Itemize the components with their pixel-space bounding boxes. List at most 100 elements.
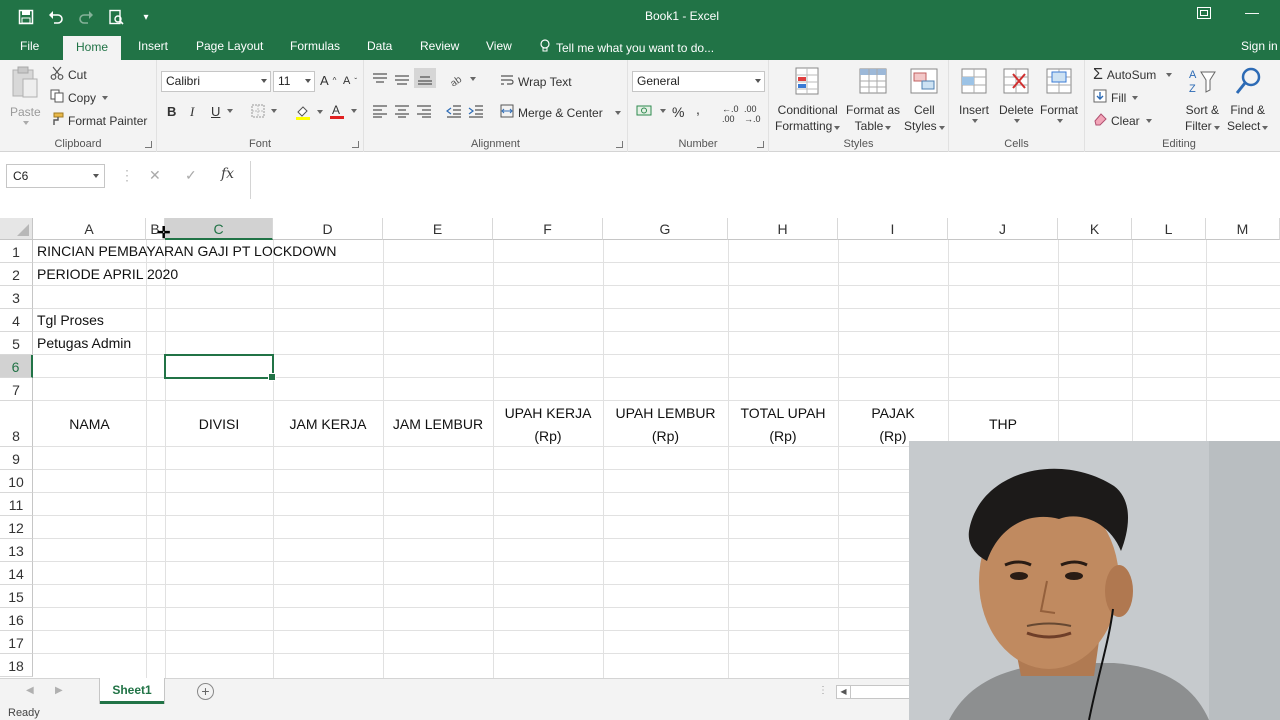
row-header-2[interactable]: 2: [0, 263, 33, 286]
find-select-button[interactable]: Find & Select: [1227, 66, 1269, 134]
font-size-select[interactable]: 11: [273, 71, 315, 92]
conditional-formatting-button[interactable]: Conditional Formatting: [775, 66, 841, 134]
align-right-icon[interactable]: [416, 104, 432, 118]
tab-view[interactable]: View: [486, 39, 512, 53]
minimize-icon[interactable]: —: [1245, 4, 1259, 20]
cell-j8[interactable]: THP: [948, 413, 1058, 436]
column-header-j[interactable]: J: [948, 218, 1058, 240]
alignment-launcher-icon[interactable]: [616, 141, 623, 148]
column-header-h[interactable]: H: [728, 218, 838, 240]
add-sheet-icon[interactable]: +: [197, 683, 214, 700]
fill-button[interactable]: Fill: [1093, 89, 1139, 106]
formula-input[interactable]: [250, 161, 1280, 199]
column-header-a[interactable]: A: [33, 218, 146, 240]
row-header-17[interactable]: 17: [0, 631, 33, 654]
sort-filter-button[interactable]: AZ Sort & Filter: [1185, 66, 1220, 134]
font-color-icon[interactable]: A: [329, 103, 357, 119]
align-center-icon[interactable]: [394, 104, 410, 118]
column-header-i[interactable]: I: [838, 218, 948, 240]
sheet-tab-sheet1[interactable]: Sheet1: [100, 678, 164, 704]
tab-formulas[interactable]: Formulas: [290, 39, 340, 53]
tell-me-box[interactable]: Tell me what you want to do...: [540, 39, 714, 56]
row-header-5[interactable]: 5: [0, 332, 33, 355]
number-launcher-icon[interactable]: [757, 141, 764, 148]
top-align-icon[interactable]: [372, 72, 388, 86]
bottom-align-icon[interactable]: [414, 68, 436, 88]
comma-style-button[interactable]: ,: [696, 101, 700, 117]
font-launcher-icon[interactable]: [352, 141, 359, 148]
row-header-7[interactable]: 7: [0, 378, 33, 401]
format-cells-button[interactable]: Format: [1040, 66, 1078, 123]
enter-icon[interactable]: ✓: [185, 167, 197, 184]
tab-page-layout[interactable]: Page Layout: [196, 39, 263, 53]
underline-dropdown-icon[interactable]: [225, 109, 233, 113]
name-box[interactable]: C6: [6, 164, 105, 188]
column-header-e[interactable]: E: [383, 218, 493, 240]
cell-a8[interactable]: NAMA: [33, 413, 146, 436]
merge-center-button[interactable]: Merge & Center: [500, 104, 621, 121]
next-sheet-icon[interactable]: ▶: [55, 685, 63, 696]
number-format-select[interactable]: General: [632, 71, 765, 92]
insert-function-button[interactable]: fx: [221, 166, 234, 182]
column-header-c[interactable]: C: [165, 218, 273, 240]
row-header-3[interactable]: 3: [0, 286, 33, 309]
borders-icon[interactable]: [251, 104, 277, 118]
cell-a5[interactable]: Petugas Admin: [37, 335, 131, 351]
row-header-11[interactable]: 11: [0, 493, 33, 516]
tab-file[interactable]: File: [20, 39, 39, 53]
row-header-9[interactable]: 9: [0, 447, 33, 470]
cell-a1[interactable]: RINCIAN PEMBAYARAN GAJI PT LOCKDOWN: [37, 243, 337, 259]
select-all-button[interactable]: [0, 218, 33, 240]
horizontal-scrollbar[interactable]: ◀: [836, 685, 910, 699]
percent-style-button[interactable]: %: [672, 104, 684, 120]
bold-button[interactable]: B: [167, 104, 176, 119]
align-left-icon[interactable]: [372, 104, 388, 118]
cell-h8[interactable]: TOTAL UPAH (Rp): [728, 402, 838, 448]
fill-color-icon[interactable]: [295, 104, 323, 120]
cut-button[interactable]: Cut: [50, 66, 87, 83]
middle-align-icon[interactable]: [394, 72, 410, 86]
cell-a2[interactable]: PERIODE APRIL 2020: [37, 266, 178, 282]
decrease-font-icon[interactable]: Aˇ: [343, 75, 357, 87]
increase-font-icon[interactable]: A ^: [320, 73, 336, 88]
font-name-select[interactable]: Calibri: [161, 71, 271, 92]
row-header-10[interactable]: 10: [0, 470, 33, 493]
tab-insert[interactable]: Insert: [138, 39, 168, 53]
row-header-18[interactable]: 18: [0, 654, 33, 677]
row-header-16[interactable]: 16: [0, 608, 33, 631]
row-header-1[interactable]: 1: [0, 240, 33, 263]
cell-a4[interactable]: Tgl Proses: [37, 312, 104, 328]
clear-button[interactable]: Clear: [1093, 112, 1152, 129]
delete-cells-button[interactable]: Delete: [999, 66, 1034, 123]
accounting-format-icon[interactable]: [636, 104, 666, 118]
column-header-g[interactable]: G: [603, 218, 728, 240]
wrap-text-button[interactable]: Wrap Text: [500, 73, 572, 90]
clipboard-launcher-icon[interactable]: [145, 141, 152, 148]
underline-button[interactable]: U: [211, 104, 220, 119]
scroll-left-icon[interactable]: ◀: [837, 686, 851, 698]
decrease-indent-icon[interactable]: [446, 104, 462, 118]
format-as-table-button[interactable]: Format as Table: [846, 66, 900, 134]
italic-button[interactable]: I: [190, 104, 194, 120]
increase-decimal-icon[interactable]: ←.0.00: [722, 104, 739, 124]
row-header-15[interactable]: 15: [0, 585, 33, 608]
row-header-4[interactable]: 4: [0, 309, 33, 332]
cell-f8[interactable]: UPAH KERJA (Rp): [493, 402, 603, 448]
tab-data[interactable]: Data: [367, 39, 392, 53]
cell-d8[interactable]: JAM KERJA: [273, 413, 383, 436]
active-cell-c6[interactable]: [164, 354, 276, 381]
column-header-l[interactable]: L: [1132, 218, 1206, 240]
column-header-d[interactable]: D: [273, 218, 383, 240]
tab-split-handle-icon[interactable]: ⋮: [818, 685, 828, 696]
column-header-m[interactable]: M: [1206, 218, 1280, 240]
row-header-8[interactable]: 8: [0, 401, 33, 447]
tab-review[interactable]: Review: [420, 39, 459, 53]
cancel-icon[interactable]: ✕: [149, 167, 161, 184]
decrease-decimal-icon[interactable]: .00 →.0: [744, 104, 761, 124]
copy-button[interactable]: Copy: [50, 89, 109, 106]
restore-icon[interactable]: [1197, 6, 1211, 22]
row-header-6[interactable]: 6: [0, 355, 33, 378]
column-header-f[interactable]: F: [493, 218, 603, 240]
cell-g8[interactable]: UPAH LEMBUR (Rp): [603, 402, 728, 448]
autosum-button[interactable]: Σ AutoSum: [1093, 66, 1173, 84]
